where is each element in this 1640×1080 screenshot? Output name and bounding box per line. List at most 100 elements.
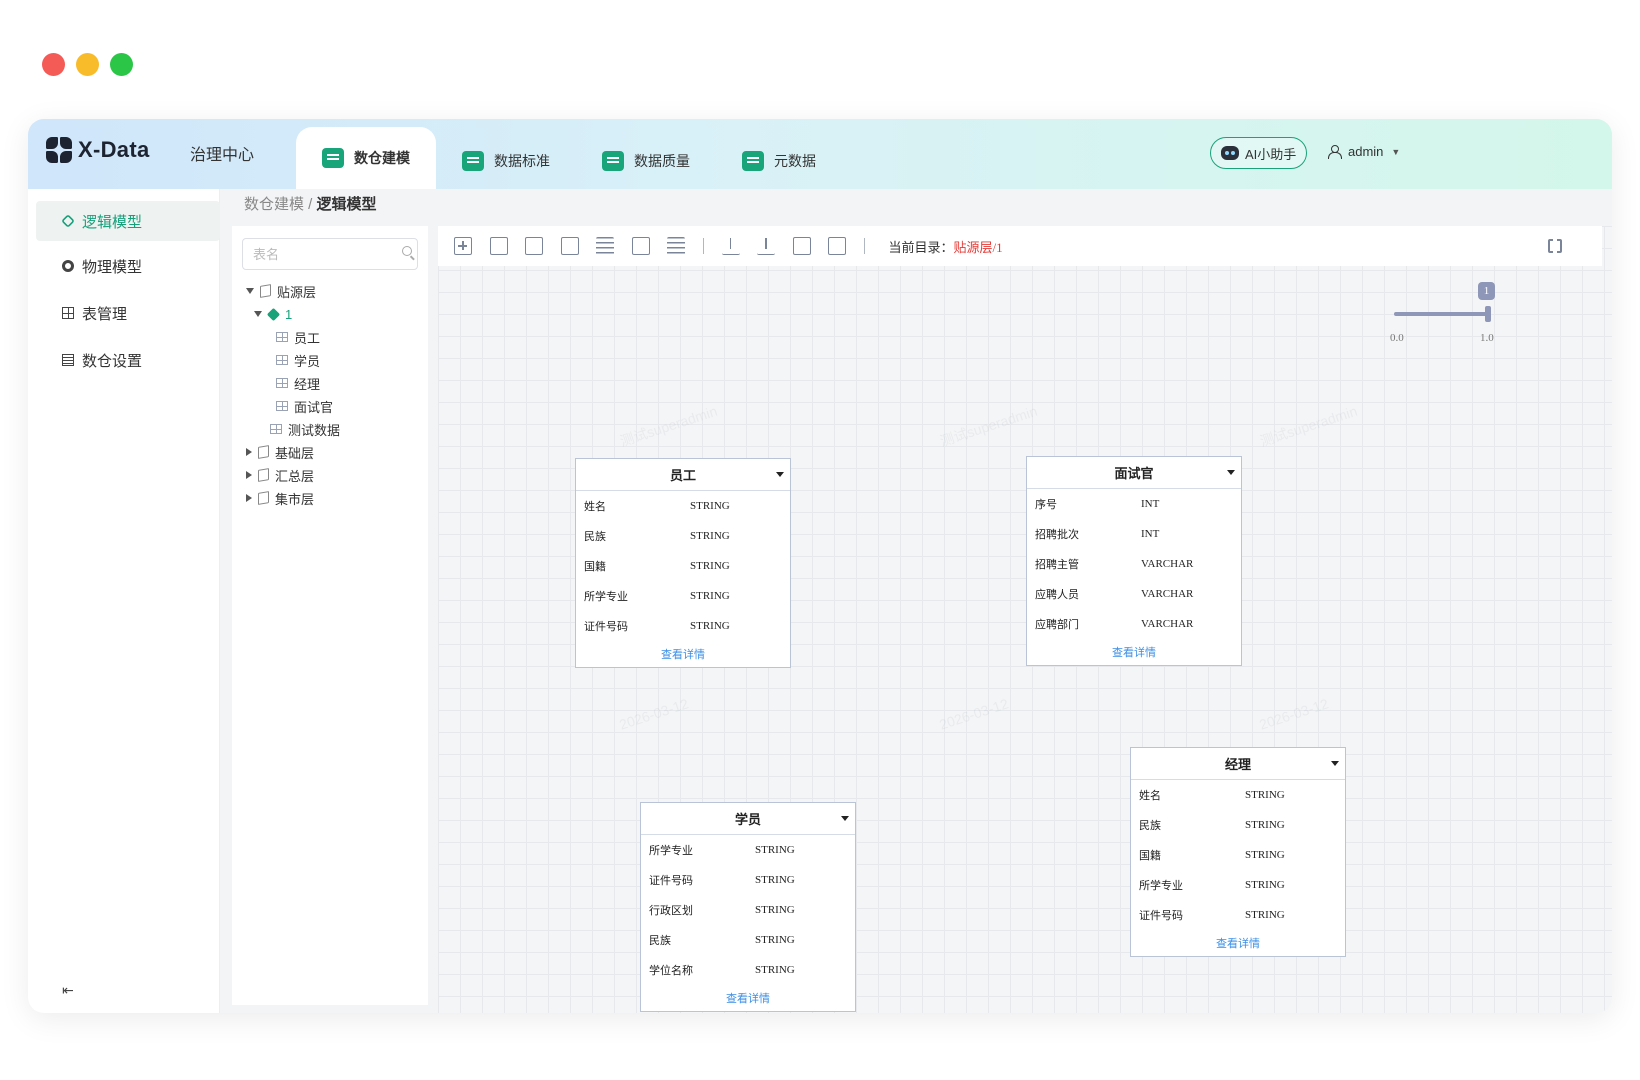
- field-name: 民族: [584, 531, 606, 543]
- field-type: STRING: [1245, 819, 1285, 831]
- zoom-slider-track[interactable]: [1394, 312, 1490, 316]
- close-window-button[interactable]: [42, 53, 65, 76]
- sidebar-item-physical-model[interactable]: 物理模型: [36, 246, 220, 286]
- expand-icon[interactable]: [246, 448, 252, 456]
- field-name: 学位名称: [649, 965, 693, 977]
- minimize-window-button[interactable]: [76, 53, 99, 76]
- tree-node-label: 面试官: [294, 399, 334, 415]
- delete-icon[interactable]: [525, 237, 543, 255]
- tab-label: 数仓建模: [354, 150, 410, 166]
- field-name: 姓名: [1139, 790, 1161, 802]
- tree-node-subject-1[interactable]: 1: [254, 303, 292, 325]
- field-type: STRING: [755, 874, 795, 886]
- add-icon[interactable]: [454, 237, 472, 255]
- view-details-link[interactable]: 查看详情: [1027, 639, 1241, 665]
- fullscreen-icon[interactable]: [1548, 238, 1562, 256]
- tree-node-table[interactable]: 面试官: [276, 395, 333, 417]
- watermark-text: 测试superadmin: [938, 402, 1040, 450]
- tree-node-table[interactable]: 经理: [276, 372, 320, 394]
- save-icon[interactable]: [489, 237, 508, 255]
- view-details-link[interactable]: 查看详情: [576, 641, 790, 667]
- layer-icon: [258, 445, 269, 459]
- expand-icon[interactable]: [246, 288, 254, 294]
- entity-card[interactable]: 员工 姓名 STRING 民族 STRING 国籍 STRING 所学专业 STRING…: [575, 458, 791, 668]
- entity-card[interactable]: 经理 姓名 STRING 民族 STRING 国籍 STRING 所学专业 STRING…: [1130, 747, 1346, 957]
- tree-node-table[interactable]: 员工: [276, 326, 320, 348]
- window-controls: [42, 53, 133, 76]
- layout-icon[interactable]: [631, 237, 650, 255]
- import-icon[interactable]: [792, 237, 811, 255]
- tree-node-summary-layer[interactable]: 汇总层: [246, 464, 314, 486]
- caret-down-icon[interactable]: [1227, 470, 1235, 475]
- entity-card[interactable]: 面试官 序号 INT 招聘批次 INT 招聘主管 VARCHAR 应聘人员 VARCHA…: [1026, 456, 1242, 666]
- export-doc-icon[interactable]: [828, 237, 846, 255]
- breadcrumb-parent[interactable]: 数仓建模: [244, 196, 304, 213]
- unlock-icon[interactable]: [560, 237, 579, 255]
- upload-icon[interactable]: [721, 237, 740, 255]
- tree-node-label: 员工: [294, 330, 321, 346]
- nav-governance-center[interactable]: 治理中心: [190, 141, 254, 165]
- expand-icon[interactable]: [246, 471, 252, 479]
- model-canvas[interactable]: 当前目录：贴源层/1 1 0.0 1.0 员工 姓名 STRING 民族 STRIN…: [438, 226, 1612, 1013]
- user-menu[interactable]: admin ▼: [1328, 144, 1400, 159]
- sidebar-item-warehouse-settings[interactable]: 数仓设置: [36, 340, 220, 380]
- entity-field-row: 应聘人员 VARCHAR: [1027, 579, 1241, 609]
- field-type: STRING: [755, 964, 795, 976]
- expand-icon[interactable]: [254, 311, 262, 317]
- caret-down-icon[interactable]: [841, 816, 849, 821]
- field-type: INT: [1141, 498, 1160, 510]
- ai-assistant-button[interactable]: AI小助手: [1210, 137, 1308, 169]
- sidebar-item-table-management[interactable]: 表管理: [36, 293, 220, 333]
- field-type: STRING: [690, 590, 730, 602]
- tab-metadata[interactable]: 元数据: [716, 133, 842, 189]
- tree-node-mart-layer[interactable]: 集市层: [246, 487, 314, 509]
- entity-title: 经理: [1131, 748, 1345, 780]
- expand-icon[interactable]: [246, 494, 252, 502]
- sidebar-item-label: 表管理: [82, 305, 128, 323]
- entity-card[interactable]: 学员 所学专业 STRING 证件号码 STRING 行政区划 STRING 民族 ST…: [640, 802, 856, 1012]
- field-type: STRING: [1245, 849, 1285, 861]
- brand-logo[interactable]: X-Data: [46, 137, 150, 163]
- field-type: STRING: [690, 530, 730, 542]
- zoom-slider[interactable]: 1 0.0 1.0: [1390, 282, 1495, 352]
- entity-field-row: 民族 STRING: [576, 521, 790, 551]
- table-search-input[interactable]: [242, 238, 418, 270]
- caret-down-icon[interactable]: [1331, 761, 1339, 766]
- download-icon[interactable]: [757, 237, 775, 255]
- field-name: 证件号码: [1139, 910, 1183, 922]
- tree-node-label: 基础层: [275, 445, 315, 461]
- tab-data-standards[interactable]: 数据标准: [436, 133, 576, 189]
- warehouse-icon: [322, 148, 344, 168]
- tab-warehouse-modeling[interactable]: 数仓建模: [296, 127, 436, 189]
- collapse-sidebar-icon[interactable]: ⇤: [62, 982, 74, 999]
- watermark: 2026-03-12: [1257, 695, 1330, 732]
- brand-name: X-Data: [78, 137, 150, 162]
- tab-data-quality[interactable]: 数据质量: [576, 133, 716, 189]
- field-name: 民族: [1139, 820, 1161, 832]
- toolbar-divider: [702, 238, 704, 254]
- entity-title: 学员: [641, 803, 855, 835]
- table-icon: [270, 424, 282, 434]
- tree-node-table[interactable]: 测试数据: [270, 418, 340, 440]
- entity-field-row: 招聘批次 INT: [1027, 519, 1241, 549]
- entity-title-text: 面试官: [1114, 466, 1154, 481]
- sort-list-icon[interactable]: [596, 237, 614, 255]
- view-details-link[interactable]: 查看详情: [1131, 930, 1345, 956]
- align-bottom-icon[interactable]: [667, 237, 685, 255]
- entity-title-text: 经理: [1224, 757, 1251, 772]
- caret-down-icon[interactable]: [776, 472, 784, 477]
- top-nav-tabs: 数仓建模 数据标准 数据质量 元数据: [296, 127, 842, 189]
- settings-doc-icon: [62, 354, 74, 366]
- zoom-slider-handle[interactable]: [1485, 306, 1491, 322]
- maximize-window-button[interactable]: [110, 53, 133, 76]
- view-details-link[interactable]: 查看详情: [641, 985, 855, 1011]
- search-icon[interactable]: [402, 246, 412, 256]
- tree-node-source-layer[interactable]: 贴源层: [246, 280, 316, 302]
- field-type: INT: [1141, 528, 1160, 540]
- field-type: STRING: [755, 934, 795, 946]
- sidebar-item-logical-model[interactable]: 逻辑模型: [36, 201, 220, 241]
- tree-node-table[interactable]: 学员: [276, 349, 320, 371]
- app-window: X-Data 治理中心 数仓建模 数据标准 数据质量 元数据 AI小助手 adm…: [28, 119, 1612, 1013]
- current-directory-label: 当前目录：: [888, 239, 954, 255]
- tree-node-base-layer[interactable]: 基础层: [246, 441, 314, 463]
